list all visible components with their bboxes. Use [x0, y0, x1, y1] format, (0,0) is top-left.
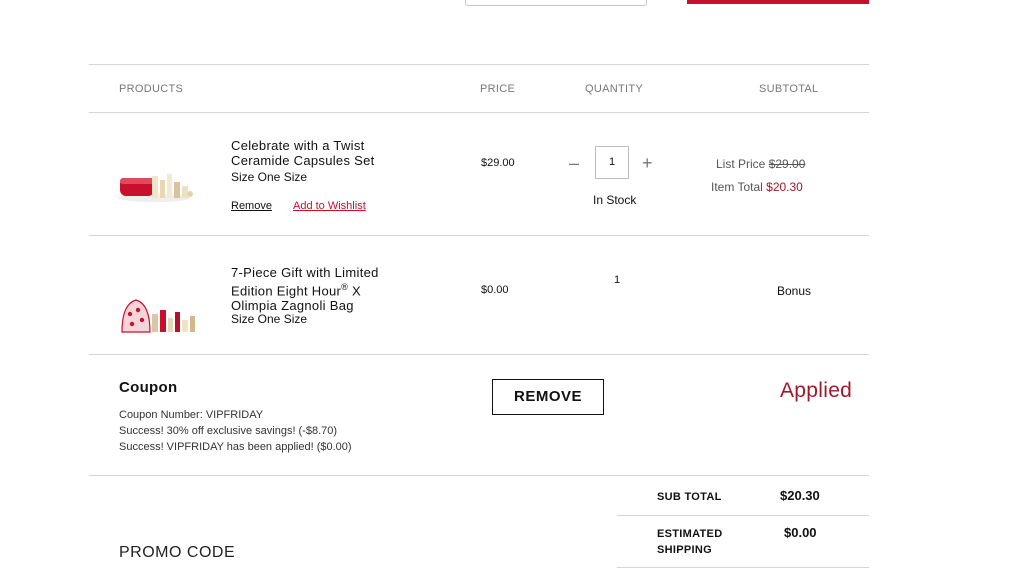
item-name[interactable]: Celebrate with a Twist Ceramide Capsules…	[231, 138, 375, 168]
top-select-field[interactable]	[465, 0, 647, 6]
remove-coupon-button[interactable]: REMOVE	[492, 379, 604, 415]
col-price: PRICE	[480, 83, 516, 95]
shipping-value: $0.00	[784, 525, 817, 540]
item-name-line: Ceramide Capsules Set	[231, 153, 375, 168]
item-total-value: $20.30	[766, 180, 803, 194]
list-price: List Price $29.00	[716, 157, 805, 171]
promo-code-label[interactable]: PROMO CODE	[119, 544, 235, 562]
gift-bag-set-icon[interactable]	[118, 292, 198, 338]
shipping-label-line: SHIPPING	[657, 544, 712, 556]
item-name-line: 7-Piece Gift with Limited	[231, 265, 379, 280]
subtotal-value: $20.30	[780, 488, 820, 503]
quantity-increase-button[interactable]: +	[642, 154, 653, 172]
shipping-label: ESTIMATED SHIPPING	[657, 526, 722, 558]
coupon-applied-message: Success! VIPFRIDAY has been applied! ($0…	[119, 441, 352, 453]
item-size: Size One Size	[231, 312, 308, 326]
item-name-part: X	[348, 283, 362, 299]
coupon-success-message: Success! 30% off exclusive savings! (-$8…	[119, 425, 338, 437]
divider	[89, 112, 869, 113]
divider	[617, 515, 869, 516]
coupon-number: Coupon Number: VIPFRIDAY	[119, 409, 264, 421]
item-total-label: Item Total	[711, 180, 763, 194]
shipping-label-line: ESTIMATED	[657, 528, 723, 540]
coupon-title: Coupon	[119, 379, 178, 396]
coupon-status: Applied	[780, 379, 853, 402]
list-price-label: List Price	[716, 157, 766, 171]
divider	[89, 64, 869, 65]
checkout-button-edge[interactable]	[687, 0, 869, 4]
item-name[interactable]: 7-Piece Gift with Limited Edition Eight …	[231, 265, 379, 313]
col-quantity: QUANTITY	[585, 83, 644, 95]
divider	[89, 354, 869, 355]
item-size: Size One Size	[231, 170, 308, 184]
item-price: $29.00	[481, 157, 515, 169]
quantity-decrease-button[interactable]: –	[569, 154, 579, 172]
item-name-line: Edition Eight Hour® X	[231, 280, 379, 298]
list-price-value: $29.00	[768, 157, 806, 171]
add-to-wishlist-link[interactable]: Add to Wishlist	[293, 200, 366, 212]
item-quantity: 1	[614, 274, 621, 286]
quantity-input[interactable]: 1	[595, 146, 629, 179]
item-price: $0.00	[481, 284, 509, 296]
subtotal-label: SUB TOTAL	[657, 491, 722, 503]
divider	[89, 475, 869, 476]
item-name-part: Edition Eight Hour	[231, 283, 342, 299]
divider	[89, 235, 869, 236]
remove-item-link[interactable]: Remove	[231, 200, 272, 212]
bonus-label: Bonus	[777, 284, 812, 298]
item-name-line: Celebrate with a Twist	[231, 138, 365, 153]
item-total: Item Total $20.30	[711, 180, 803, 194]
col-subtotal: SUBTOTAL	[759, 83, 819, 95]
red-gift-set-icon[interactable]	[116, 168, 198, 204]
col-products: PRODUCTS	[119, 83, 184, 95]
divider	[617, 567, 869, 568]
stock-status: In Stock	[593, 193, 637, 207]
